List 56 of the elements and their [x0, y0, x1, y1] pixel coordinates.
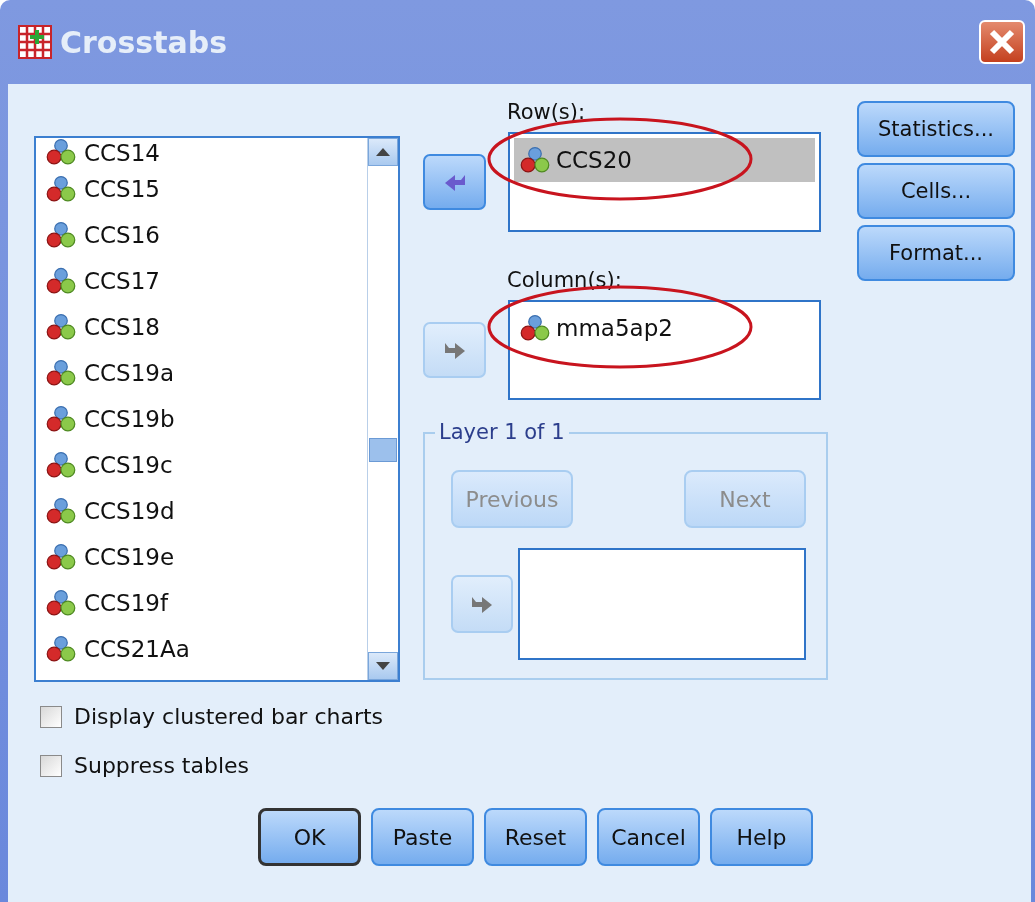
variable-item[interactable]: CCS21Aa: [46, 626, 367, 672]
target-variable[interactable]: CCS20: [514, 138, 815, 182]
variable-item[interactable]: CCS17: [46, 258, 367, 304]
dialog-button[interactable]: Cells...: [857, 163, 1015, 219]
variable-item[interactable]: CCS19d: [46, 488, 367, 534]
variable-icon: [46, 543, 76, 571]
variable-list[interactable]: CCS14 CCS15 CCS16 CCS17 CCS18 CCS19a CCS19b CCS19c CCS19d CCS19e CCS19f CCS21Aa: [34, 136, 400, 682]
variable-item[interactable]: CCS14: [46, 138, 367, 166]
table-icon: [18, 25, 52, 59]
variable-item[interactable]: CCS19f: [46, 580, 367, 626]
move-button[interactable]: [423, 154, 486, 210]
dialog-button[interactable]: OK: [258, 808, 361, 866]
target-variable[interactable]: mma5ap2: [514, 306, 815, 350]
checkbox[interactable]: [40, 754, 62, 777]
variable-item[interactable]: CCS19e: [46, 534, 367, 580]
variable-item[interactable]: CCS16: [46, 212, 367, 258]
variable-icon: [46, 451, 76, 479]
checkbox-label: Display clustered bar charts: [74, 704, 384, 729]
variable-icon: [46, 589, 76, 617]
dialog-button[interactable]: Reset: [484, 808, 587, 866]
variable-icon: [46, 138, 76, 166]
close-button[interactable]: [979, 20, 1025, 64]
variable-icon: [46, 221, 76, 249]
layer-list[interactable]: [517, 548, 806, 660]
variable-icon: [46, 635, 76, 663]
variable-icon: [46, 313, 76, 341]
variable-item[interactable]: CCS19c: [46, 442, 367, 488]
variable-icon: [46, 405, 76, 433]
rows-label: Row(s):: [506, 99, 587, 124]
variable-icon: [46, 175, 76, 203]
checkbox-label: Suppress tables: [74, 753, 250, 778]
variable-item[interactable]: CCS18: [46, 304, 367, 350]
scroll-thumb[interactable]: [369, 438, 397, 462]
close-icon: [987, 27, 1017, 57]
variable-icon: [520, 146, 550, 174]
variable-icon: [46, 497, 76, 525]
layer-title: Layer 1 of 1: [435, 420, 569, 444]
variable-icon: [520, 314, 550, 342]
checkbox[interactable]: [40, 705, 62, 728]
variable-item[interactable]: CCS15: [46, 166, 367, 212]
dialog-button[interactable]: Help: [710, 808, 813, 866]
variable-item[interactable]: CCS19b: [46, 396, 367, 442]
dialog-button[interactable]: Paste: [371, 808, 474, 866]
dialog-button[interactable]: Format...: [857, 225, 1015, 281]
variable-icon: [46, 359, 76, 387]
scrollbar[interactable]: [367, 138, 398, 680]
columns-label: Column(s):: [506, 267, 623, 292]
dialog-button[interactable]: Cancel: [597, 808, 700, 866]
variable-icon: [46, 267, 76, 295]
scroll-down-icon: [376, 662, 390, 670]
target-list[interactable]: mma5ap2: [508, 300, 821, 400]
variable-item[interactable]: CCS19a: [46, 350, 367, 396]
dialog-button[interactable]: Statistics...: [857, 101, 1015, 157]
scroll-up-icon: [376, 148, 390, 156]
window-title: Crosstabs: [60, 24, 229, 60]
target-list[interactable]: CCS20: [508, 132, 821, 232]
